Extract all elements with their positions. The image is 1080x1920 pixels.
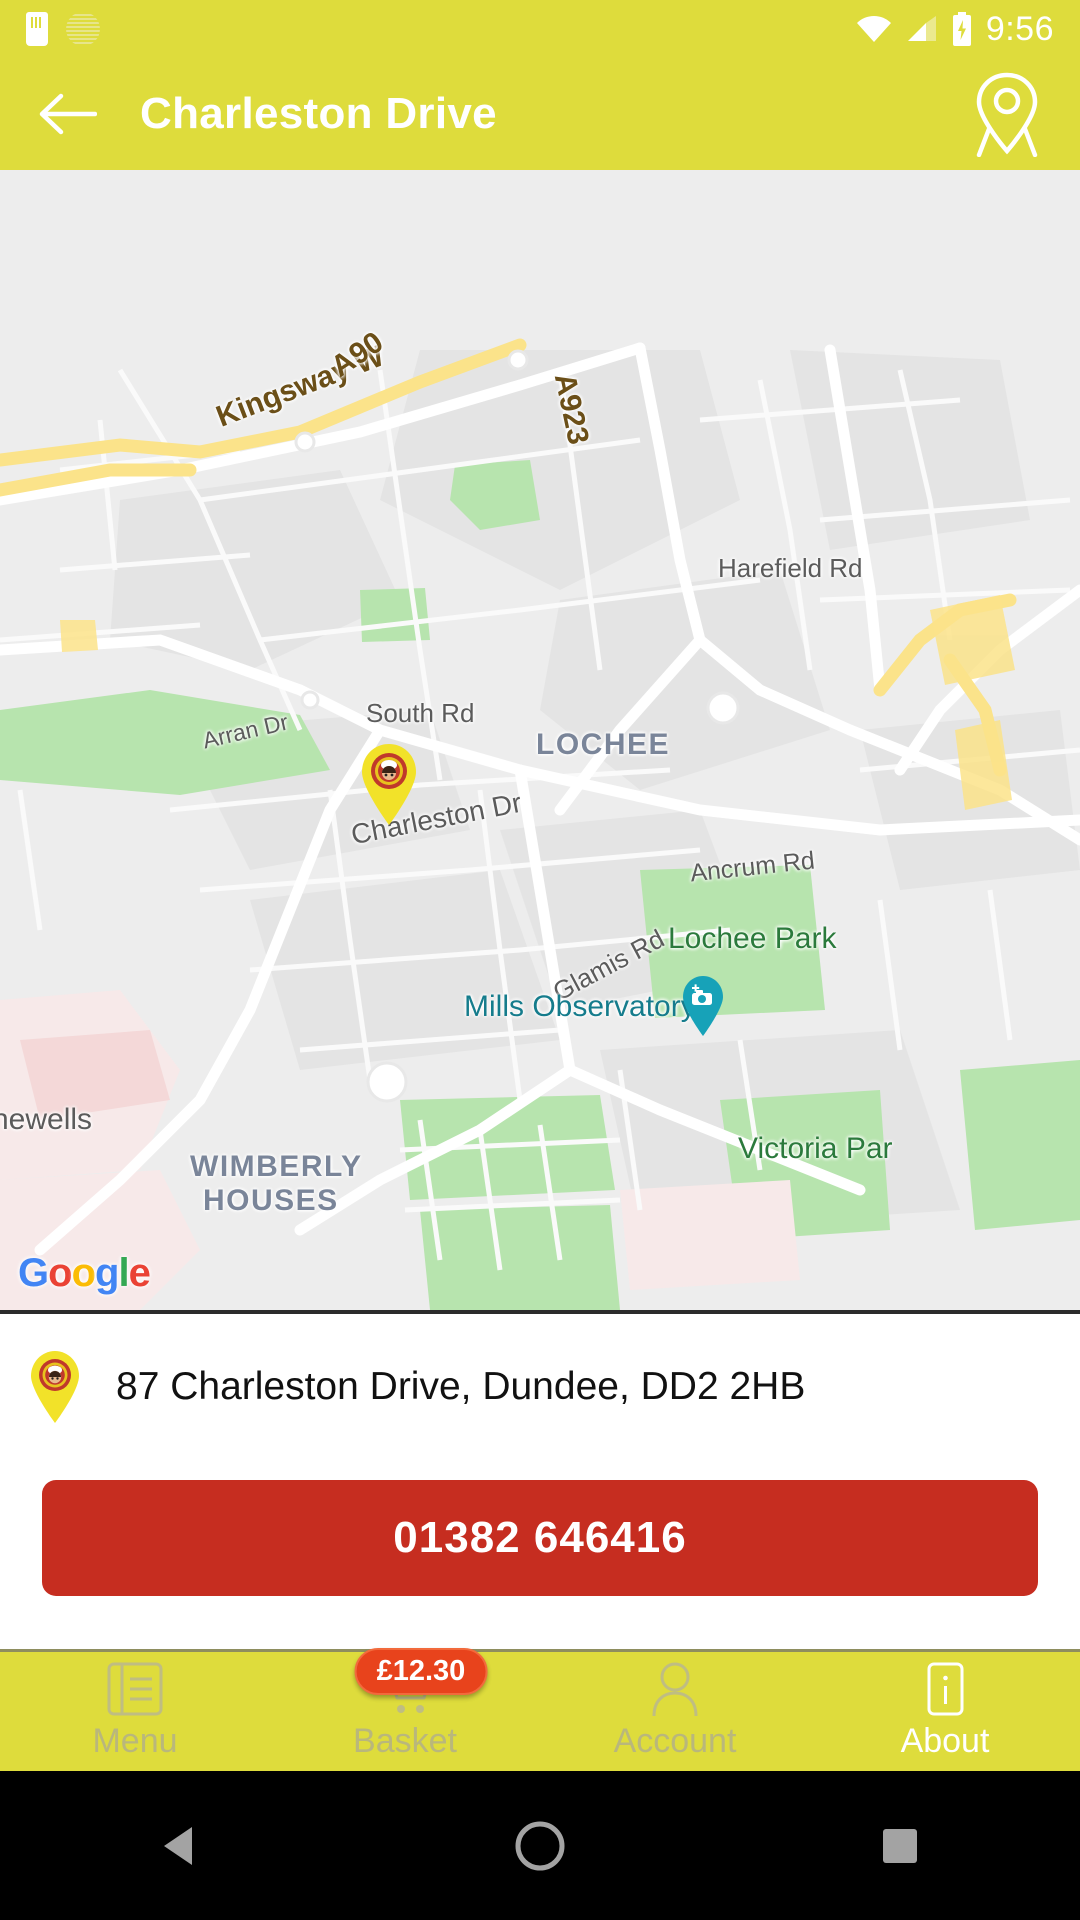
status-bar-clock: 9:56 (985, 9, 1054, 48)
address-text: 87 Charleston Drive, Dundee, DD2 2HB (116, 1365, 806, 1408)
store-location-marker[interactable] (358, 742, 420, 826)
page-title: Charleston Drive (140, 89, 497, 138)
nav-back-button[interactable] (120, 1806, 240, 1886)
app-root: 9:56 Charleston Drive Kingsway W A90 A92… (0, 0, 1080, 1920)
android-nav-bar (0, 1771, 1080, 1920)
status-bar: 9:56 (0, 0, 1080, 58)
map-canvas (0, 170, 1080, 1310)
menu-book-icon (106, 1662, 164, 1716)
tab-account[interactable]: Account (540, 1652, 810, 1771)
sim-card-icon (26, 12, 48, 46)
back-arrow-icon (39, 93, 97, 135)
basket-total-badge: £12.30 (354, 1648, 488, 1695)
status-bar-right-icons: 9:56 (856, 10, 1054, 49)
google-letter-g: G (18, 1251, 49, 1295)
info-icon (916, 1662, 974, 1716)
store-pin-icon (31, 1351, 79, 1423)
status-bar-left-icons (26, 12, 100, 46)
nav-home-circle-icon (515, 1821, 565, 1870)
map-view[interactable]: Kingsway W A90 A923 Harefield Rd South R… (0, 170, 1080, 1310)
google-letter-g2: g (95, 1251, 119, 1295)
google-letter-l: l (118, 1251, 129, 1295)
sync-circle-icon (66, 12, 100, 46)
back-button[interactable] (30, 76, 106, 152)
tab-menu[interactable]: Menu (0, 1652, 270, 1771)
nav-back-triangle-icon (164, 1826, 192, 1865)
map-pin-button[interactable] (964, 71, 1050, 157)
phone-number-label: 01382 646416 (393, 1513, 687, 1562)
tab-basket[interactable]: £12.30 Basket (270, 1648, 540, 1771)
cellular-signal-icon (907, 16, 936, 41)
battery-charging-icon (952, 12, 971, 46)
address-row: 87 Charleston Drive, Dundee, DD2 2HB (0, 1314, 1080, 1424)
map-pin-icon (976, 72, 1038, 157)
google-attribution: Google (18, 1251, 151, 1296)
tab-about-label: About (900, 1722, 990, 1760)
google-letter-o2: o (71, 1251, 96, 1295)
call-phone-button[interactable]: 01382 646416 (42, 1480, 1038, 1596)
nav-recents-square-icon (883, 1828, 917, 1863)
google-letter-e: e (128, 1251, 151, 1295)
info-panel: 87 Charleston Drive, Dundee, DD2 2HB 013… (0, 1310, 1080, 1645)
tab-about[interactable]: About (810, 1652, 1080, 1771)
app-bar: Charleston Drive (0, 58, 1080, 170)
nav-home-button[interactable] (480, 1806, 600, 1886)
tab-account-label: Account (613, 1722, 737, 1760)
tab-basket-label: Basket (353, 1722, 457, 1760)
wifi-icon (856, 15, 891, 42)
observatory-poi-marker[interactable] (680, 975, 726, 1037)
tab-menu-label: Menu (92, 1722, 178, 1760)
google-letter-o1: o (48, 1251, 72, 1295)
nav-recents-button[interactable] (840, 1806, 960, 1886)
bottom-tab-bar: Menu £12.30 Basket Account About (0, 1648, 1080, 1771)
person-icon (646, 1662, 704, 1716)
